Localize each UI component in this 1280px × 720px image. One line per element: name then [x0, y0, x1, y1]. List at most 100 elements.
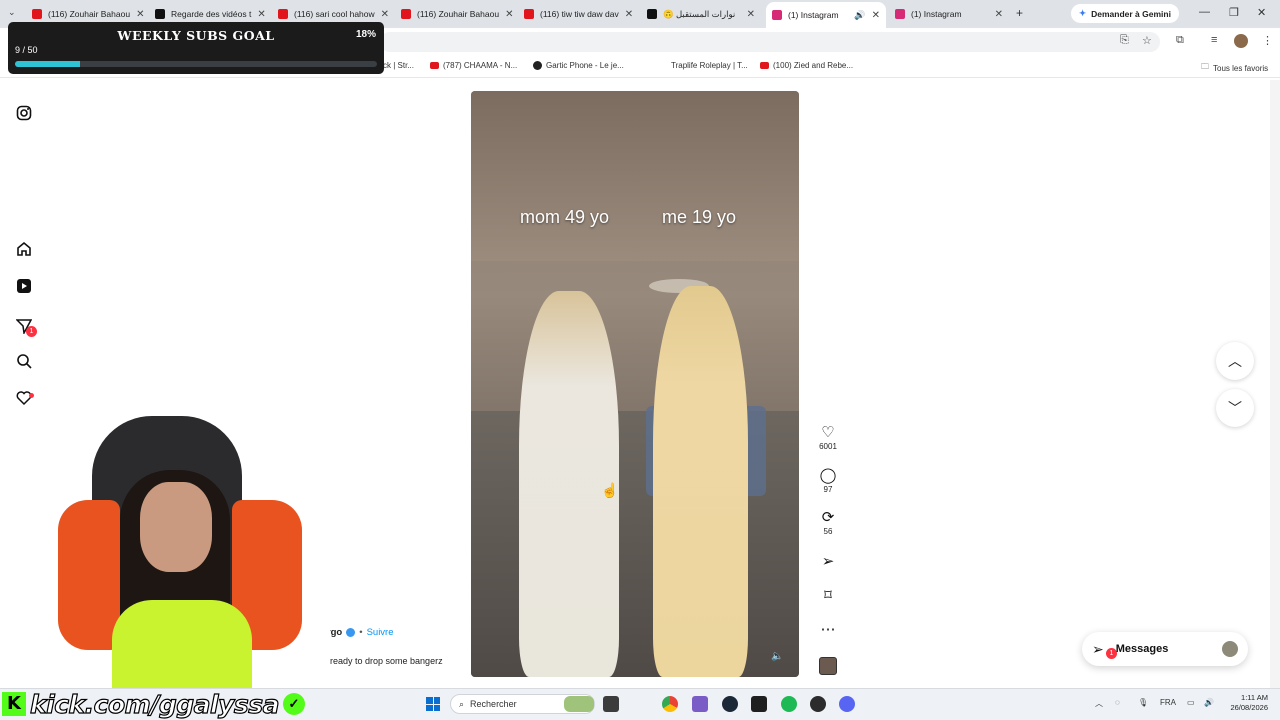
- obs-icon[interactable]: [810, 696, 826, 712]
- bookmark-item[interactable]: ck | Str...: [383, 61, 414, 70]
- menu-icon[interactable]: ⋮: [1262, 34, 1273, 47]
- instagram-logo-icon[interactable]: [14, 105, 34, 125]
- browser-tab[interactable]: (116) sari cool hahow ✕: [272, 4, 392, 24]
- steam-icon[interactable]: [722, 696, 738, 712]
- messages-button[interactable]: ➢ 1 Messages: [1082, 632, 1248, 666]
- bookmark-item[interactable]: (787) CHAAMA - N...: [430, 61, 517, 70]
- instagram-icon: [772, 10, 782, 20]
- heart-icon: ♡: [821, 424, 835, 441]
- bookmark-item[interactable]: Traplife Roleplay | T...: [658, 61, 748, 70]
- restore-icon[interactable]: ❐: [1229, 6, 1239, 19]
- network-icon[interactable]: ◌: [1115, 698, 1120, 707]
- all-bookmarks[interactable]: 🗀 Tous les favoris: [1201, 61, 1268, 75]
- new-activity-dot: [29, 393, 34, 398]
- messages-label: Messages: [1115, 643, 1169, 655]
- save-button[interactable]: ⌑: [812, 587, 844, 605]
- tab-label: (1) Instagram: [911, 9, 962, 19]
- tab-label: (116) tiw tiw daw dav: [540, 9, 619, 19]
- browser-tab[interactable]: 🙃 نوارات المستقبل ✕: [641, 4, 761, 24]
- install-app-icon[interactable]: ⎘: [1120, 34, 1129, 47]
- browser-tab[interactable]: Regarde des vidéos t ✕: [149, 4, 269, 24]
- follow-button[interactable]: Suivre: [367, 627, 394, 638]
- folder-icon: 🗀: [1201, 62, 1209, 71]
- audio-thumbnail[interactable]: [819, 657, 837, 675]
- windows-start-icon[interactable]: [426, 697, 440, 711]
- extensions-icon[interactable]: ⧉: [1176, 34, 1184, 47]
- volume-icon[interactable]: 🔈: [771, 651, 783, 662]
- tab-search-icon[interactable]: ⌄: [8, 7, 16, 18]
- new-tab-icon[interactable]: +: [1016, 6, 1023, 20]
- taskbar-clock[interactable]: 1:11 AM 26/08/2026: [1222, 693, 1268, 713]
- terminal-icon[interactable]: [751, 696, 767, 712]
- messages-badge: 1: [1106, 648, 1117, 659]
- repost-button[interactable]: ⟳ 56: [812, 509, 844, 536]
- close-tab-icon[interactable]: ✕: [625, 9, 633, 20]
- like-count: 6001: [819, 442, 837, 451]
- like-button[interactable]: ♡ 6001: [812, 424, 844, 451]
- clock-time: 1:11 AM: [1241, 693, 1268, 702]
- previous-reel-button[interactable]: ︿: [1216, 342, 1254, 380]
- browser-tab[interactable]: (1) Instagram ✕: [889, 4, 1009, 24]
- bookmark-icon: ⌑: [824, 587, 832, 604]
- chevron-down-icon: ﹀: [1228, 400, 1242, 416]
- browser-tab[interactable]: (116) Zouhair Bahaou ✕: [395, 4, 515, 24]
- close-tab-icon[interactable]: ✕: [747, 9, 755, 20]
- video-caption-right: me 19 yo: [662, 207, 737, 227]
- comment-button[interactable]: ◯ 97: [812, 467, 844, 494]
- snipping-tool-icon[interactable]: [692, 696, 708, 712]
- share-button[interactable]: ➢: [812, 553, 844, 571]
- volume-icon[interactable]: 🔊: [1204, 698, 1214, 707]
- tray-chevron-icon[interactable]: ︿: [1095, 698, 1103, 709]
- discord-icon[interactable]: [839, 696, 855, 712]
- chrome-taskbar-icon[interactable]: [662, 696, 678, 712]
- close-tab-icon[interactable]: ✕: [381, 9, 389, 20]
- microphone-icon[interactable]: 🎙: [1138, 698, 1148, 707]
- media-control-icon[interactable]: ≡: [1211, 34, 1217, 46]
- bookmark-star-icon[interactable]: ☆: [1142, 34, 1152, 47]
- bookmark-item[interactable]: (100) Zied and Rebe...: [760, 61, 853, 70]
- close-window-icon[interactable]: ✕: [1257, 6, 1266, 19]
- bookmark-label: (787) CHAAMA - N...: [443, 61, 518, 70]
- comment-count: 97: [823, 485, 833, 494]
- close-tab-icon[interactable]: ✕: [136, 9, 144, 20]
- gemini-button[interactable]: ✦ Demander à Gemini: [1071, 4, 1179, 23]
- bookmark-label: Gartic Phone - Le je...: [546, 61, 624, 70]
- close-tab-icon[interactable]: ✕: [872, 10, 880, 21]
- tab-label: (116) Zouhair Bahaou: [48, 9, 131, 19]
- language-indicator[interactable]: FRA: [1160, 698, 1176, 707]
- display-icon[interactable]: ▭: [1187, 698, 1195, 707]
- home-icon[interactable]: [14, 241, 34, 261]
- mouse-cursor: ☝: [601, 482, 619, 498]
- next-reel-button[interactable]: ﹀: [1216, 389, 1254, 427]
- bookmark-item[interactable]: Gartic Phone - Le je...: [533, 61, 624, 70]
- scrollbar[interactable]: [1270, 80, 1280, 688]
- instagram-icon: [895, 9, 905, 19]
- reels-icon[interactable]: [14, 278, 34, 298]
- taskbar-search[interactable]: ⌕ Rechercher: [450, 694, 595, 714]
- browser-tab[interactable]: (116) Zouhair Bahaou ✕: [26, 4, 146, 24]
- youtube-icon: [760, 62, 769, 69]
- speaker-icon[interactable]: 🔊: [854, 10, 865, 21]
- globe-icon: [533, 61, 542, 70]
- search-icon[interactable]: [14, 353, 34, 373]
- browser-tab[interactable]: (116) tiw tiw daw dav ✕: [518, 4, 638, 24]
- close-tab-icon[interactable]: ✕: [505, 9, 513, 20]
- browser-tab-active[interactable]: (1) Instagram 🔊 ✕: [766, 2, 886, 28]
- close-tab-icon[interactable]: ✕: [257, 9, 265, 20]
- clock-date: 26/08/2026: [1230, 703, 1268, 712]
- chair-wing-left: [58, 500, 120, 650]
- tab-label: 🙃 نوارات المستقبل: [663, 8, 736, 19]
- task-view-icon[interactable]: [603, 696, 619, 712]
- profile-avatar[interactable]: [1234, 34, 1248, 48]
- address-bar[interactable]: [380, 32, 1160, 52]
- spotify-icon[interactable]: [781, 696, 797, 712]
- close-tab-icon[interactable]: ✕: [995, 9, 1003, 20]
- verified-icon: [346, 628, 356, 637]
- comment-icon: ◯: [819, 467, 837, 484]
- reel-video[interactable]: 🔈: [471, 91, 799, 677]
- chevron-up-icon: ︿: [1228, 353, 1242, 369]
- minimize-icon[interactable]: —: [1199, 6, 1210, 18]
- more-options-button[interactable]: ⋯: [812, 621, 844, 639]
- tab-label: (116) Zouhair Bahaou: [417, 9, 500, 19]
- goal-title: WEEKLY SUBS GOAL: [117, 28, 275, 43]
